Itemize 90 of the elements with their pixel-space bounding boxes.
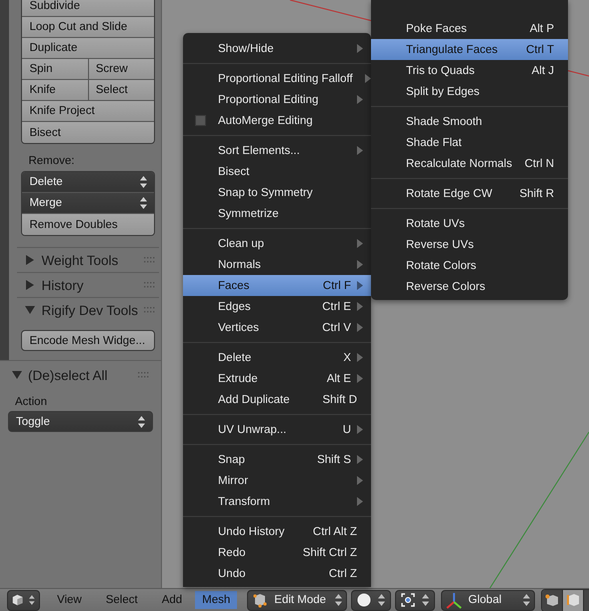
- cube-icon: [12, 592, 24, 608]
- menu-item[interactable]: Rotate Edge CW Shift R: [371, 183, 568, 204]
- up-down-arrows-icon: [422, 594, 430, 606]
- up-down-arrows-icon: [140, 176, 147, 188]
- menu-item[interactable]: Delete X: [183, 347, 371, 368]
- menu-item[interactable]: Mirror: [183, 470, 371, 491]
- menu-item[interactable]: Rotate UVs: [371, 213, 568, 234]
- menu-item[interactable]: UV Unwrap... U: [183, 419, 371, 440]
- menu-item[interactable]: Reverse Colors: [371, 276, 568, 297]
- dropdown-button[interactable]: Merge: [22, 193, 154, 214]
- drag-grip-icon[interactable]: [144, 282, 155, 288]
- axes-icon: [446, 592, 462, 608]
- menu-item[interactable]: Shade Flat: [371, 132, 568, 153]
- menu-item[interactable]: Shade Smooth: [371, 111, 568, 132]
- up-down-arrows-icon: [29, 594, 35, 606]
- panel-title[interactable]: History: [41, 278, 138, 292]
- tool-button[interactable]: Knife: [22, 80, 89, 101]
- vertex-select-button[interactable]: [542, 590, 564, 610]
- header-menu[interactable]: Add: [154, 591, 190, 609]
- checkbox[interactable]: [194, 115, 206, 126]
- header-menu[interactable]: Mesh: [195, 591, 238, 609]
- menu-item[interactable]: Symmetrize: [183, 203, 371, 224]
- menu-item[interactable]: Bisect: [183, 161, 371, 182]
- tool-button[interactable]: Duplicate: [22, 38, 154, 59]
- up-down-arrows-icon: [335, 594, 342, 606]
- up-down-arrows-icon: [523, 594, 530, 606]
- shading-dropdown[interactable]: [351, 590, 392, 610]
- menu-item[interactable]: Faces Ctrl F: [183, 275, 371, 296]
- menu-item[interactable]: Transform: [183, 491, 371, 512]
- tool-button[interactable]: Spin: [22, 59, 89, 80]
- header-menu[interactable]: Select: [98, 591, 145, 609]
- menu-item[interactable]: Add Duplicate Shift D: [183, 389, 371, 410]
- mode-dropdown[interactable]: Edit Mode: [247, 590, 348, 610]
- menu-item[interactable]: Snap to Symmetry: [183, 182, 371, 203]
- menu-item[interactable]: Proportional Editing: [183, 89, 371, 110]
- menu-item[interactable]: Proportional Editing Falloff: [183, 68, 371, 89]
- up-down-arrows-icon: [378, 594, 386, 606]
- menu-item[interactable]: Sort Elements...: [183, 140, 371, 161]
- expanded-triangle-icon[interactable]: [25, 305, 36, 315]
- menu-item[interactable]: Normals: [183, 254, 371, 275]
- tool-button[interactable]: Select: [88, 80, 154, 101]
- panel-title[interactable]: Weight Tools: [41, 252, 138, 268]
- menu-item[interactable]: Vertices Ctrl V: [183, 317, 371, 338]
- menu-item[interactable]: Undo History Ctrl Alt Z: [183, 521, 371, 542]
- pivot-dropdown[interactable]: [395, 590, 436, 610]
- tool-button[interactable]: Subdivide: [22, 0, 154, 17]
- menu-item[interactable]: Undo Ctrl Z: [183, 563, 371, 584]
- menu-item[interactable]: Reverse UVs: [371, 234, 568, 255]
- expanded-triangle-icon[interactable]: [12, 370, 22, 380]
- tool-button[interactable]: Remove Doubles: [22, 214, 154, 235]
- menu-item[interactable]: Snap Shift S: [183, 449, 371, 470]
- menu-item[interactable]: Rotate Colors: [371, 255, 568, 276]
- tool-button[interactable]: Knife Project: [22, 101, 154, 122]
- drag-grip-icon[interactable]: [144, 256, 155, 264]
- menu-item[interactable]: Poke Faces Alt P: [371, 18, 568, 39]
- action-label: Action: [14, 395, 48, 410]
- operator-title: (De)select All: [28, 368, 109, 382]
- edge-cube-icon: [566, 593, 580, 607]
- editor-type-button[interactable]: [7, 590, 40, 610]
- menu-item[interactable]: Extrude Alt E: [183, 368, 371, 389]
- menu-item[interactable]: Triangulate Faces Ctrl T: [371, 39, 568, 60]
- orientation-dropdown[interactable]: Global: [441, 590, 536, 610]
- collapsed-triangle-icon[interactable]: [25, 255, 36, 265]
- edit-mode-icon: [252, 592, 268, 608]
- tool-button[interactable]: Loop Cut and Slide: [22, 17, 154, 38]
- tool-button[interactable]: Bisect: [22, 122, 154, 143]
- vertex-cube-icon: [545, 593, 560, 607]
- menu-item[interactable]: Redo Shift Ctrl Z: [183, 542, 371, 563]
- sphere-icon: [357, 593, 372, 607]
- drag-grip-icon[interactable]: [138, 372, 149, 378]
- edge-select-button[interactable]: [563, 590, 584, 610]
- action-dropdown[interactable]: Toggle: [8, 411, 153, 432]
- header-menu[interactable]: View: [50, 591, 89, 609]
- dropdown-button[interactable]: Delete: [22, 172, 154, 193]
- menu-item[interactable]: AutoMerge Editing: [183, 110, 371, 131]
- remove-label: Remove:: [27, 154, 76, 169]
- encode-mesh-widget-button[interactable]: Encode Mesh Widge...: [21, 330, 155, 351]
- menu-item[interactable]: Show/Hide: [183, 38, 371, 59]
- menu-item[interactable]: Edges Ctrl E: [183, 296, 371, 317]
- menu-item[interactable]: Tris to Quads Alt J: [371, 60, 568, 81]
- panel-title[interactable]: Rigify Dev Tools: [41, 302, 138, 318]
- pivot-point-icon: [401, 593, 416, 607]
- tool-button[interactable]: Screw: [88, 59, 154, 80]
- up-down-arrows-icon: [138, 416, 145, 428]
- drag-grip-icon[interactable]: [144, 306, 155, 314]
- menu-item[interactable]: Clean up: [183, 233, 371, 254]
- collapsed-triangle-icon[interactable]: [25, 280, 36, 290]
- menu-item[interactable]: Split by Edges: [371, 81, 568, 102]
- up-down-arrows-icon: [140, 197, 147, 209]
- menu-item[interactable]: Recalculate Normals Ctrl N: [371, 153, 568, 174]
